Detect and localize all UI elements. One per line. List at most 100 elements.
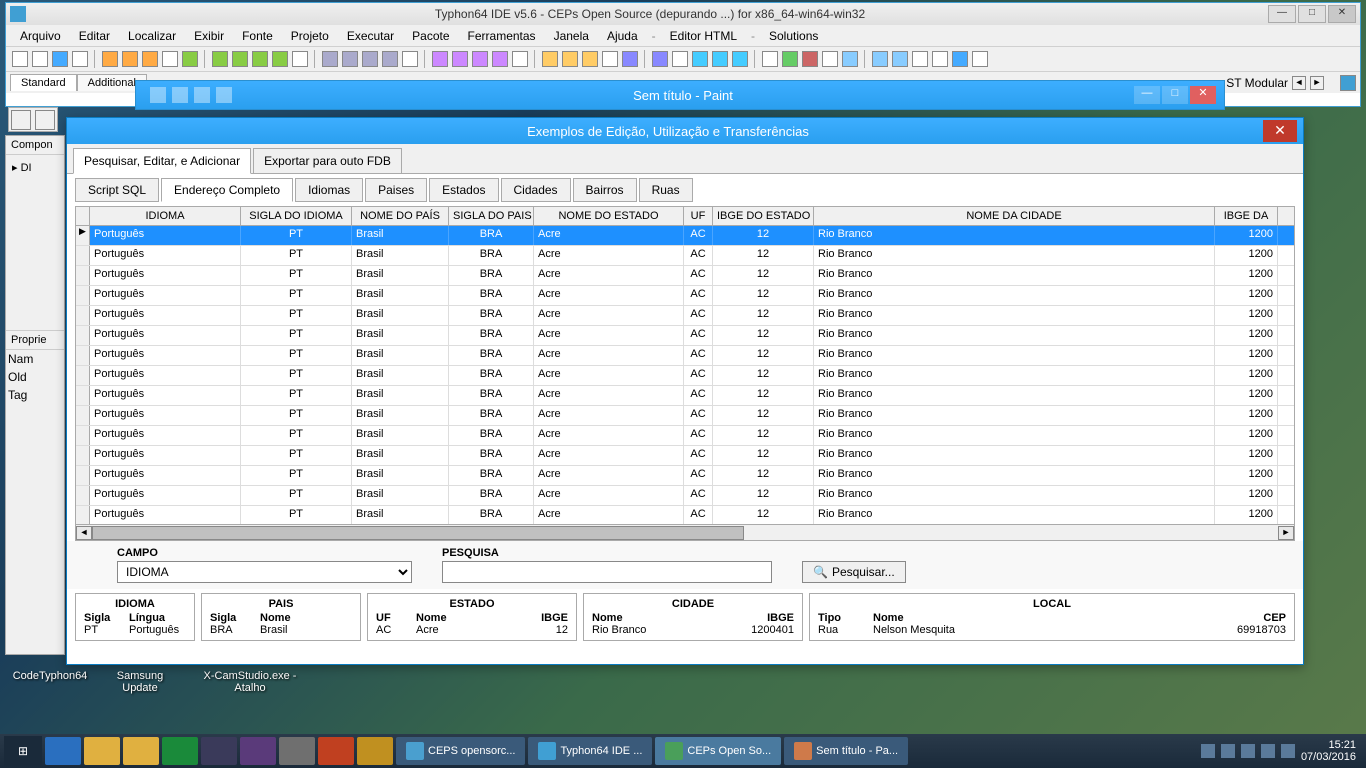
tray-volume-icon[interactable]: [1281, 744, 1295, 758]
toolbar-icon-14[interactable]: [322, 51, 338, 67]
pesquisar-button[interactable]: 🔍 Pesquisar...: [802, 561, 906, 583]
tab-idiomas[interactable]: Idiomas: [295, 178, 363, 202]
menu-editor html[interactable]: Editor HTML: [662, 27, 745, 45]
toolbar-icon-37[interactable]: [822, 51, 838, 67]
toolbar-icon-8[interactable]: [182, 51, 198, 67]
toolbar-icon-27[interactable]: [602, 51, 618, 67]
ide-titlebar[interactable]: Typhon64 IDE v5.6 - CEPs Open Source (de…: [6, 3, 1360, 25]
toolbar-icon-32[interactable]: [712, 51, 728, 67]
prop-row[interactable]: Nam: [6, 350, 64, 368]
table-row[interactable]: PortuguêsPTBrasilBRAAcreAC12Rio Branco12…: [76, 326, 1294, 346]
taskbar-explorer-icon[interactable]: [84, 737, 120, 765]
tab-bairros[interactable]: Bairros: [573, 178, 637, 202]
tab-estados[interactable]: Estados: [429, 178, 498, 202]
tree-item[interactable]: ▸ DI: [10, 159, 60, 176]
col-sigla-pais[interactable]: SIGLA DO PAIS: [449, 207, 534, 225]
toolbar-icon-25[interactable]: [562, 51, 578, 67]
col-nome-pais[interactable]: NOME DO PAÍS: [352, 207, 449, 225]
maximize-button[interactable]: □: [1298, 5, 1326, 23]
toolbar-icon-26[interactable]: [582, 51, 598, 67]
toolbar-icon-1[interactable]: [32, 51, 48, 67]
paint-close-button[interactable]: ✕: [1190, 86, 1216, 104]
tray-up-icon[interactable]: [1221, 744, 1235, 758]
desktop-icon-camstudio[interactable]: X-CamStudio.exe - Atalho: [195, 670, 305, 694]
toolbar-icon-31[interactable]: [692, 51, 708, 67]
toolbar-icon-6[interactable]: [142, 51, 158, 67]
menu-arquivo[interactable]: Arquivo: [12, 27, 69, 45]
toolbar-icon-38[interactable]: [842, 51, 858, 67]
toolbar-icon-15[interactable]: [342, 51, 358, 67]
paint-menu-icon[interactable]: [150, 87, 166, 103]
taskbar-app3-icon[interactable]: [279, 737, 315, 765]
taskbar-app4-icon[interactable]: [357, 737, 393, 765]
tab-ruas[interactable]: Ruas: [639, 178, 693, 202]
menu-ferramentas[interactable]: Ferramentas: [460, 27, 544, 45]
task-paint[interactable]: Sem título - Pa...: [784, 737, 908, 765]
col-nome-estado[interactable]: NOME DO ESTADO: [534, 207, 684, 225]
toolbar-icon-7[interactable]: [162, 51, 178, 67]
toolbar-icon-39[interactable]: [872, 51, 888, 67]
close-button[interactable]: ✕: [1328, 5, 1356, 23]
table-row[interactable]: PortuguêsPTBrasilBRAAcreAC12Rio Branco12…: [76, 346, 1294, 366]
app-titlebar[interactable]: Exemplos de Edição, Utilização e Transfe…: [67, 118, 1303, 144]
campo-select[interactable]: IDIOMA: [117, 561, 412, 583]
pointer-icon[interactable]: [11, 110, 31, 130]
col-uf[interactable]: UF: [684, 207, 713, 225]
menu-exibir[interactable]: Exibir: [186, 27, 232, 45]
toolbar-icon-40[interactable]: [892, 51, 908, 67]
toolbar-icon-42[interactable]: [932, 51, 948, 67]
toolbar-icon-9[interactable]: [212, 51, 228, 67]
menu-fonte[interactable]: Fonte: [234, 27, 281, 45]
tray-keyboard-icon[interactable]: [1201, 744, 1215, 758]
toolbar-icon-43[interactable]: [952, 51, 968, 67]
tab-endereço-completo[interactable]: Endereço Completo: [161, 178, 293, 202]
menu-pacote[interactable]: Pacote: [404, 27, 457, 45]
col-idioma[interactable]: IDIOMA: [90, 207, 241, 225]
task-ceps-open[interactable]: CEPs Open So...: [655, 737, 781, 765]
toolbar-icon-30[interactable]: [672, 51, 688, 67]
toolbar-icon-11[interactable]: [252, 51, 268, 67]
tab-exportar[interactable]: Exportar para outo FDB: [253, 148, 402, 174]
toolbar-icon-24[interactable]: [542, 51, 558, 67]
toolbar-icon-12[interactable]: [272, 51, 288, 67]
toolbar-icon-3[interactable]: [72, 51, 88, 67]
table-row[interactable]: PortuguêsPTBrasilBRAAcreAC12Rio Branco12…: [76, 306, 1294, 326]
toolbar-icon-34[interactable]: [762, 51, 778, 67]
toolbar-icon-4[interactable]: [102, 51, 118, 67]
toolbar-icon-35[interactable]: [782, 51, 798, 67]
menu-solutions[interactable]: Solutions: [761, 27, 826, 45]
toolbar-icon-29[interactable]: [652, 51, 668, 67]
palette-next-icon[interactable]: ►: [1310, 76, 1324, 90]
tray-network-icon[interactable]: [1261, 744, 1275, 758]
toolbar-icon-20[interactable]: [452, 51, 468, 67]
table-row[interactable]: PortuguêsPTBrasilBRAAcreAC12Rio Branco12…: [76, 266, 1294, 286]
redo-icon[interactable]: [216, 87, 232, 103]
toolbar-icon-23[interactable]: [512, 51, 528, 67]
prop-row[interactable]: Old: [6, 368, 64, 386]
toolbar-icon-5[interactable]: [122, 51, 138, 67]
desktop-icon-samsung[interactable]: Samsung Update: [100, 670, 180, 694]
toolbar-icon-17[interactable]: [382, 51, 398, 67]
save-icon[interactable]: [172, 87, 188, 103]
table-row[interactable]: PortuguêsPTBrasilBRAAcreAC12Rio Branco12…: [76, 486, 1294, 506]
taskbar-app2-icon[interactable]: [240, 737, 276, 765]
task-typhon[interactable]: Typhon64 IDE ...: [528, 737, 652, 765]
task-ceps-opensrc[interactable]: CEPS opensorc...: [396, 737, 525, 765]
prop-row[interactable]: Tag: [6, 386, 64, 404]
scroll-left-icon[interactable]: ◄: [76, 526, 92, 540]
col-ibge-estado[interactable]: IBGE DO ESTADO: [713, 207, 814, 225]
palette-tab-standard[interactable]: Standard: [10, 74, 77, 91]
table-row[interactable]: PortuguêsPTBrasilBRAAcreAC12Rio Branco12…: [76, 386, 1294, 406]
app-close-button[interactable]: ✕: [1263, 120, 1297, 142]
menu-janela[interactable]: Janela: [546, 27, 597, 45]
scroll-thumb[interactable]: [92, 526, 744, 540]
taskbar-office-icon[interactable]: [318, 737, 354, 765]
toolbar-icon-18[interactable]: [402, 51, 418, 67]
taskbar-explorer2-icon[interactable]: [123, 737, 159, 765]
table-row[interactable]: PortuguêsPTBrasilBRAAcreAC12Rio Branco12…: [76, 366, 1294, 386]
start-button[interactable]: ⊞: [4, 736, 42, 766]
col-nome-cidade[interactable]: NOME DA CIDADE: [814, 207, 1215, 225]
toolbar-icon-41[interactable]: [912, 51, 928, 67]
menu-editar[interactable]: Editar: [71, 27, 118, 45]
toolbar-icon-2[interactable]: [52, 51, 68, 67]
